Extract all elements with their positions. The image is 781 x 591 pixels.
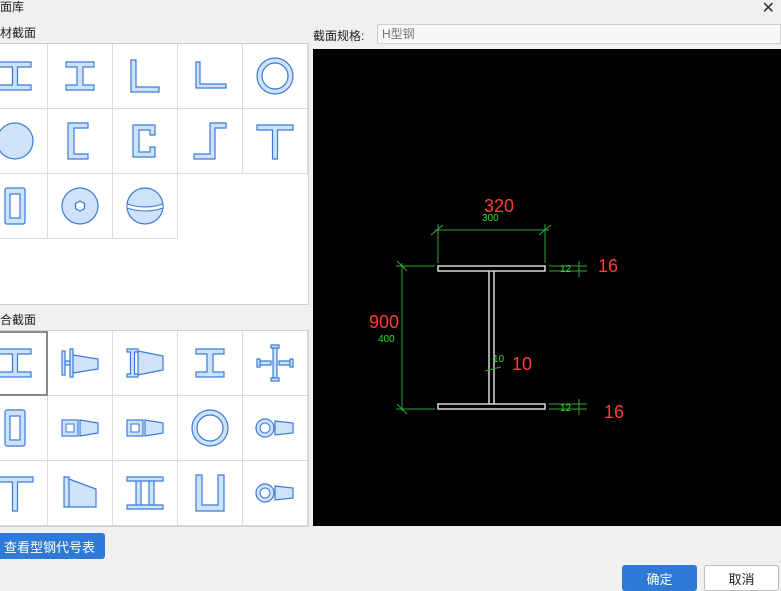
h-beam-shape-icon [0, 61, 32, 91]
cancel-button[interactable]: 取消 [704, 565, 779, 591]
window-title: 面库 [0, 0, 25, 14]
shape-cell[interactable] [113, 109, 178, 174]
empty-cell [48, 239, 113, 304]
empty-cell [243, 239, 308, 304]
shape-cell[interactable] [178, 331, 243, 396]
double-channel-shape-icon [126, 476, 164, 510]
bottom-flange-dim: 12 [560, 403, 572, 414]
empty-cell [178, 174, 243, 239]
shape-cell[interactable] [113, 331, 178, 396]
tapered-h-shape-icon [61, 348, 99, 378]
empty-cell [0, 239, 48, 304]
height-dim: 400 [378, 334, 395, 345]
shape-cell[interactable] [48, 331, 113, 396]
width-dim: 300 [482, 213, 499, 224]
shape-cell[interactable] [243, 331, 308, 396]
lipped-channel-shape-icon [132, 124, 156, 158]
spec-label: 截面规格: [313, 29, 365, 43]
i-beam-shape-icon [195, 348, 225, 378]
shape-cell[interactable] [178, 461, 243, 526]
close-icon[interactable]: ✕ [762, 0, 775, 18]
shape-cell[interactable] [243, 44, 308, 109]
shape-cell[interactable] [113, 396, 178, 461]
shape-cell[interactable] [0, 174, 48, 239]
h-beam-shape-icon [0, 348, 32, 378]
height-label: 900 [369, 312, 399, 332]
pipe-tapered-shape-icon [255, 483, 294, 503]
view-steel-code-table-button[interactable]: 查看型钢代号表 [0, 533, 106, 559]
shape-cell[interactable] [243, 461, 308, 526]
title-bar: 面库 ✕ [0, 0, 781, 18]
shape-cell[interactable] [0, 44, 48, 109]
standard-section-label: 材截面 [0, 26, 37, 40]
channel-shape-icon [67, 122, 89, 160]
shape-cell[interactable] [0, 396, 48, 461]
shape-cell[interactable] [113, 174, 178, 239]
tapered-t-shape-icon [63, 476, 97, 508]
box-tapered-shape-icon [126, 419, 164, 437]
top-flange-label: 16 [598, 256, 618, 276]
i-beam-shape-icon [65, 61, 95, 91]
bottom-flange-label: 16 [604, 402, 624, 422]
shape-cell[interactable] [0, 461, 48, 526]
t-shape-icon [256, 124, 294, 160]
shape-cell[interactable] [48, 44, 113, 109]
shape-cell[interactable] [113, 44, 178, 109]
box-shape-icon [4, 409, 26, 447]
unequal-angle-shape-icon [195, 61, 227, 89]
empty-cell [178, 239, 243, 304]
spec-input[interactable] [377, 24, 781, 44]
box-shape-icon [4, 187, 26, 225]
web-dim: 10 [493, 354, 505, 365]
circle-shape-icon [0, 122, 34, 160]
pipe-shape-icon [191, 409, 229, 447]
t-shape-icon [0, 476, 34, 512]
shape-cell[interactable] [113, 461, 178, 526]
shape-cell[interactable] [48, 174, 113, 239]
h-beam-outline [437, 265, 546, 410]
tapered-i-shape-icon [126, 348, 164, 378]
section-preview-drawing: 320 300 900 400 10 10 16 12 16 12 [369, 196, 624, 422]
shape-cell[interactable] [243, 109, 308, 174]
top-flange-dim: 12 [560, 264, 572, 275]
pipe-shape-icon [256, 57, 294, 95]
pipe-tapered-shape-icon [255, 418, 294, 438]
bolt-shape-icon [61, 187, 99, 225]
section-preview-canvas: 320 300 900 400 10 10 16 12 16 12 [313, 49, 781, 526]
dimension-lines [396, 224, 587, 415]
web-label: 10 [512, 354, 532, 374]
shape-cell[interactable] [178, 44, 243, 109]
empty-cell [113, 239, 178, 304]
standard-shape-grid [0, 43, 309, 305]
box-tapered-shape-icon [61, 419, 99, 437]
angle-shape-icon [130, 59, 160, 93]
ok-button[interactable]: 确定 [622, 565, 697, 591]
shape-cell[interactable] [243, 396, 308, 461]
shape-cell[interactable] [0, 109, 48, 174]
shape-cell[interactable] [178, 396, 243, 461]
shape-cell[interactable] [48, 109, 113, 174]
z-shape-icon [193, 122, 227, 160]
sphere-shape-icon [126, 187, 164, 225]
shape-cell[interactable] [48, 461, 113, 526]
cross-h-shape-icon [256, 344, 294, 382]
u-shape-icon [195, 474, 225, 512]
custom-shape-grid [0, 330, 309, 527]
empty-cell [243, 174, 308, 239]
shape-cell[interactable] [0, 331, 48, 396]
shape-cell[interactable] [178, 109, 243, 174]
custom-section-label: 合截面 [0, 313, 37, 327]
shape-cell[interactable] [48, 396, 113, 461]
